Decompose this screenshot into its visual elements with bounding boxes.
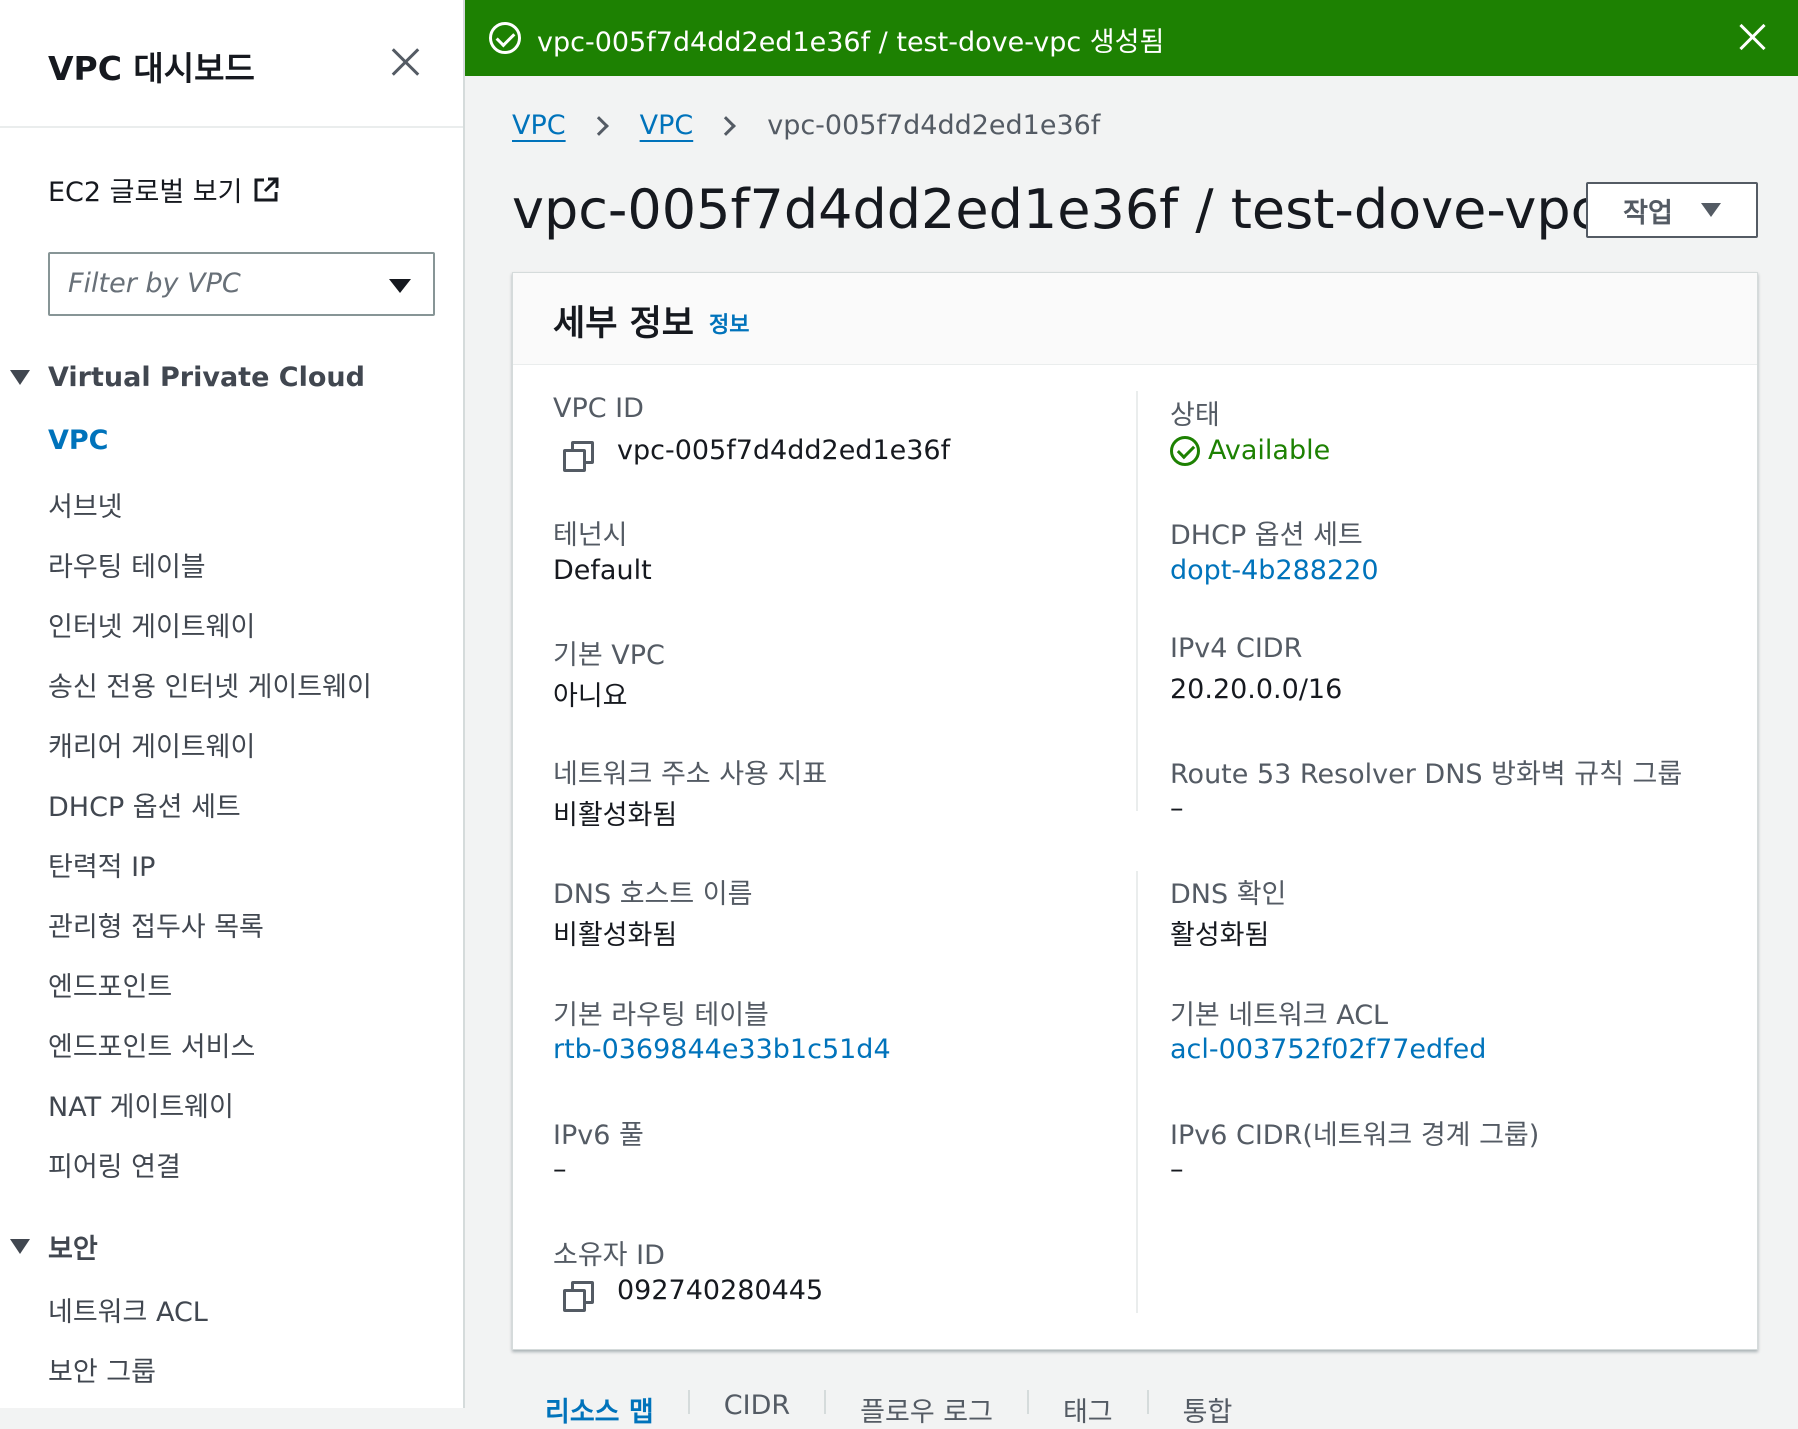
sidebar-title: VPC 대시보드 [48,49,255,88]
chevron-right-icon [716,115,737,136]
field-label-vpc-id: VPC ID [553,393,644,424]
caret-down-icon [1700,203,1721,217]
sidebar-item-vpc[interactable]: VPC [48,425,109,456]
field-label-default-vpc: 기본 VPC [553,640,665,671]
tab-resource-map[interactable]: 리소스 맵 [545,1390,690,1428]
copy-icon[interactable] [563,441,594,472]
sidebar-item-security-groups[interactable]: 보안 그룹 [48,1350,156,1389]
field-label-dns-hostnames: DNS 호스트 이름 [553,879,753,910]
details-panel-header: 세부 정보 정보 [513,273,1757,365]
sidebar-item-dhcp-options[interactable]: DHCP 옵션 세트 [48,785,241,824]
column-divider [1136,391,1138,811]
external-link-icon [254,177,279,201]
sidebar: VPC 대시보드 EC2 글로벌 보기 Filter by VPC Virtua… [0,0,465,1408]
breadcrumb-link-vpcs[interactable]: VPC [640,110,694,141]
main-content: vpc-005f7d4dd2ed1e36f / test-dove-vpc 생성… [465,0,1798,1428]
field-value-ipv6-cidr: – [1170,1154,1184,1185]
sidebar-item-egress-only-igw[interactable]: 송신 전용 인터넷 게이트웨이 [48,665,372,704]
field-value-tenancy: Default [553,555,652,586]
sidebar-item-prefix-lists[interactable]: 관리형 접두사 목록 [48,905,264,944]
sidebar-item-nat-gateways[interactable]: NAT 게이트웨이 [48,1085,234,1124]
sidebar-item-internet-gateways[interactable]: 인터넷 게이트웨이 [48,605,255,644]
page-title: vpc-005f7d4dd2ed1e36f / test-dove-vpc [512,178,1601,241]
close-icon[interactable] [388,44,424,80]
ec2-global-view-label: EC2 글로벌 보기 [48,177,243,208]
vpc-filter-placeholder: Filter by VPC [68,268,241,299]
check-circle-icon [489,22,521,54]
sidebar-item-endpoints[interactable]: 엔드포인트 [48,965,172,1004]
sidebar-item-route-tables[interactable]: 라우팅 테이블 [48,545,206,584]
caret-down-icon [389,279,411,293]
tab-flow-logs[interactable]: 플로우 로그 [860,1390,1029,1428]
field-value-dns-resolution: 활성화됨 [1170,920,1270,951]
section-security[interactable]: 보안 [10,1227,98,1266]
field-label-state: 상태 [1170,400,1220,431]
caret-down-icon [10,370,30,385]
info-link[interactable]: 정보 [709,307,749,339]
close-icon[interactable] [1736,20,1770,54]
caret-down-icon [10,1239,30,1254]
section-label: 보안 [48,1234,98,1265]
field-label-network-usage-metrics: 네트워크 주소 사용 지표 [553,759,828,790]
dhcp-options-link[interactable]: dopt-4b288220 [1170,555,1379,586]
field-label-tenancy: 테넌시 [553,520,628,551]
breadcrumb: VPC VPC vpc-005f7d4dd2ed1e36f [512,110,1100,141]
sidebar-item-subnets[interactable]: 서브넷 [48,485,123,524]
field-value-vpc-id: vpc-005f7d4dd2ed1e36f [617,435,951,466]
details-panel: 세부 정보 정보 VPC ID vpc-005f7d4dd2ed1e36f 테넌… [512,272,1758,1350]
breadcrumb-current: vpc-005f7d4dd2ed1e36f [767,110,1101,141]
field-label-dhcp-options: DHCP 옵션 세트 [1170,520,1363,551]
main-network-acl-link[interactable]: acl-003752f02f77edfed [1170,1034,1486,1065]
breadcrumb-link-vpc-console[interactable]: VPC [512,110,566,141]
field-value-dns-firewall-rule-groups: – [1170,793,1184,824]
field-label-main-network-acl: 기본 네트워크 ACL [1170,1000,1389,1031]
chevron-right-icon [588,115,609,136]
tab-integrations[interactable]: 통합 [1183,1390,1267,1428]
field-label-dns-firewall-rule-groups: Route 53 Resolver DNS 방화벽 규칙 그룹 [1170,759,1683,790]
field-label-dns-resolution: DNS 확인 [1170,879,1287,910]
success-flash-banner: vpc-005f7d4dd2ed1e36f / test-dove-vpc 생성… [465,0,1798,76]
section-label: Virtual Private Cloud [48,362,365,393]
sidebar-item-elastic-ips[interactable]: 탄력적 IP [48,845,155,884]
field-value-ipv4-cidr: 20.20.0.0/16 [1170,674,1343,705]
state-status: Available [1170,435,1330,466]
field-value-ipv6-pool: – [553,1154,567,1185]
section-virtual-private-cloud[interactable]: Virtual Private Cloud [10,362,365,393]
details-title: 세부 정보 [553,304,694,344]
ec2-global-view-link[interactable]: EC2 글로벌 보기 [48,170,280,209]
field-label-ipv4-cidr: IPv4 CIDR [1170,633,1303,664]
field-label-owner-id: 소유자 ID [553,1240,665,1271]
detail-tabs: 리소스 맵 CIDR 플로우 로그 태그 통합 [545,1390,1267,1428]
check-circle-icon [1170,435,1200,466]
sidebar-item-carrier-gateways[interactable]: 캐리어 게이트웨이 [48,725,255,764]
flash-message: vpc-005f7d4dd2ed1e36f / test-dove-vpc 생성… [537,27,1165,58]
tab-cidrs[interactable]: CIDR [724,1390,827,1421]
actions-dropdown-button[interactable]: 작업 [1586,182,1758,238]
tab-tags[interactable]: 태그 [1063,1390,1149,1428]
column-divider [1136,871,1138,1313]
field-value-state: Available [1208,435,1331,466]
vpc-filter-select[interactable]: Filter by VPC [48,252,435,316]
sidebar-item-peering[interactable]: 피어링 연결 [48,1145,181,1184]
field-label-ipv6-pool: IPv6 풀 [553,1120,644,1151]
field-value-default-vpc: 아니요 [553,681,628,712]
copy-icon[interactable] [563,1281,594,1312]
field-label-ipv6-cidr: IPv6 CIDR(네트워크 경계 그룹) [1170,1120,1540,1151]
sidebar-item-network-acls[interactable]: 네트워크 ACL [48,1290,208,1329]
actions-label: 작업 [1623,197,1673,229]
field-label-main-route-table: 기본 라우팅 테이블 [553,1000,769,1031]
field-value-owner-id: 092740280445 [617,1275,824,1306]
sidebar-header: VPC 대시보드 [0,0,463,128]
main-route-table-link[interactable]: rtb-0369844e33b1c51d4 [553,1034,891,1065]
sidebar-item-endpoint-services[interactable]: 엔드포인트 서비스 [48,1025,255,1064]
field-value-dns-hostnames: 비활성화됨 [553,920,678,951]
field-value-network-usage-metrics: 비활성화됨 [553,800,678,831]
